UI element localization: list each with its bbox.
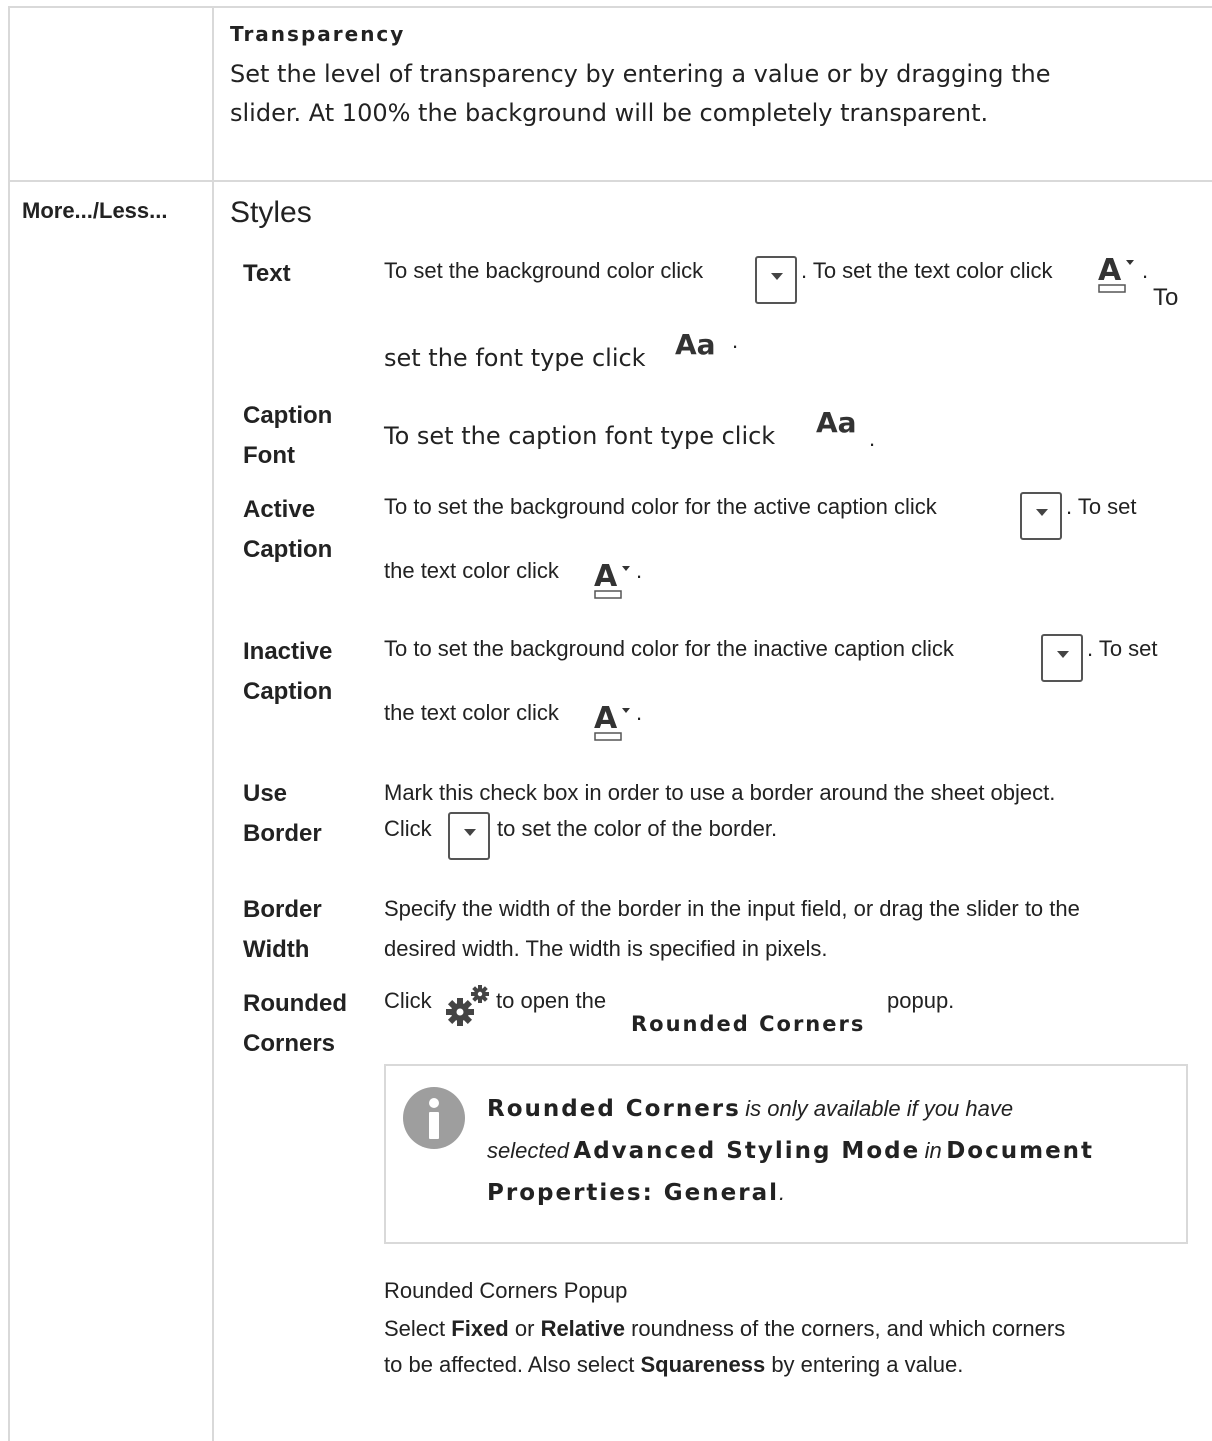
rounded-corners-desc-open: to open the <box>496 988 607 1013</box>
popup-desc-line2: to be affected. Also select Squareness b… <box>384 1352 963 1378</box>
svg-text:A: A <box>1098 253 1122 288</box>
info-icon <box>403 1087 465 1149</box>
caption-font-desc-end: . <box>869 426 876 451</box>
active-caption-desc-part3: the text color click <box>384 558 559 583</box>
rounded-corners-label-line1: Rounded <box>243 990 347 1017</box>
note-line1: Rounded Corners is only available if you… <box>487 1096 1013 1122</box>
border-width-label-line1: Border <box>243 896 322 923</box>
active-caption-bg-dropdown-icon[interactable] <box>1020 492 1062 540</box>
popup-or: or <box>514 1316 535 1341</box>
border-width-label-line2: Width <box>243 936 310 963</box>
note-bold-properties-general: Properties: General <box>487 1180 779 1206</box>
text-desc-part1: To set the background color click <box>384 258 704 283</box>
text-desc-part5: set the font type click <box>384 344 646 372</box>
note-italic-selected: selected <box>487 1138 569 1163</box>
active-caption-label-line2: Caption <box>243 536 333 563</box>
popup-select: Select <box>384 1316 446 1341</box>
rounded-corners-desc-click: Click <box>384 988 432 1013</box>
inactive-caption-label-line2: Caption <box>243 678 333 705</box>
popup-squareness: Squareness <box>640 1352 766 1377</box>
text-desc-part2: . To set the text color click <box>801 258 1053 283</box>
use-border-desc-line1: Mark this check box in order to use a bo… <box>384 780 1056 805</box>
note-italic-in: in <box>924 1138 942 1163</box>
svg-text:A: A <box>594 701 618 736</box>
active-caption-label-line1: Active <box>243 496 316 523</box>
table-top-border <box>8 6 1212 8</box>
transparency-desc-line1: Set the level of transparency by enterin… <box>230 60 1051 88</box>
table-row-divider <box>8 180 1212 182</box>
font-type-icon[interactable]: Aa <box>675 328 716 361</box>
background-color-dropdown-icon[interactable] <box>755 256 797 304</box>
text-color-icon[interactable]: A <box>1096 252 1136 298</box>
active-caption-desc-part4: . <box>636 558 643 583</box>
inactive-caption-text-color-icon[interactable]: A <box>592 700 632 746</box>
use-border-desc-end: to set the color of the border. <box>497 816 778 841</box>
popup-relative: Relative <box>540 1316 625 1341</box>
note-bold-rounded-corners: Rounded Corners <box>487 1096 741 1122</box>
svg-text:A: A <box>594 559 618 594</box>
rounded-corners-desc-popup: popup. <box>887 988 955 1013</box>
table-column-divider <box>212 6 214 1441</box>
note-line2: selected Advanced Styling Mode in Docume… <box>487 1138 1094 1164</box>
text-desc-part4: To <box>1153 284 1179 311</box>
inactive-caption-desc-part4: . <box>636 700 643 725</box>
caption-font-label-line1: Caption <box>243 402 333 429</box>
styles-heading: Styles <box>230 196 312 229</box>
caption-font-desc: To set the caption font type click <box>384 422 776 450</box>
border-color-dropdown-icon[interactable] <box>448 812 490 860</box>
active-caption-text-color-icon[interactable]: A <box>592 558 632 604</box>
active-caption-desc-part1: To to set the background color for the a… <box>384 494 937 519</box>
transparency-desc-line2: slider. At 100% the background will be c… <box>230 99 989 127</box>
popup-desc-line1: Select Fixed or Relative roundness of th… <box>384 1316 1065 1342</box>
note-end: . <box>778 1180 786 1205</box>
inactive-caption-desc-part2: . To set <box>1087 636 1158 661</box>
inactive-caption-desc-part1: To to set the background color for the i… <box>384 636 954 661</box>
caption-font-type-icon[interactable]: Aa <box>816 406 857 439</box>
border-width-desc-line1: Specify the width of the border in the i… <box>384 896 1080 921</box>
use-border-label-line2: Border <box>243 820 322 847</box>
use-border-desc-click: Click <box>384 816 432 841</box>
inactive-caption-bg-dropdown-icon[interactable] <box>1041 634 1083 682</box>
text-label: Text <box>243 260 291 287</box>
caption-font-label-line2: Font <box>243 442 295 469</box>
text-desc-part3: . <box>1142 258 1149 283</box>
table-left-border <box>8 6 10 1441</box>
popup-fixed: Fixed <box>451 1316 509 1341</box>
text-desc-part6: . <box>732 328 739 353</box>
popup-roundness: roundness of the corners, and which corn… <box>631 1316 1066 1341</box>
rounded-corners-desc-name: Rounded Corners <box>631 1012 866 1036</box>
popup-title: Rounded Corners Popup <box>384 1278 628 1303</box>
note-italic-available: is only available if you have <box>745 1096 1014 1121</box>
popup-value: by entering a value. <box>771 1352 964 1377</box>
border-width-desc-line2: desired width. The width is specified in… <box>384 936 828 961</box>
gear-icon[interactable] <box>443 984 493 1026</box>
note-line3: Properties: General. <box>487 1180 785 1206</box>
transparency-title: Transparency <box>230 22 406 46</box>
use-border-label-line1: Use <box>243 780 288 807</box>
active-caption-desc-part2: . To set <box>1066 494 1137 519</box>
more-less-toggle[interactable]: More.../Less... <box>22 198 168 224</box>
note-bold-document: Document <box>946 1138 1095 1164</box>
rounded-corners-label-line2: Corners <box>243 1030 336 1057</box>
popup-affected: to be affected. Also select <box>384 1352 635 1377</box>
inactive-caption-desc-part3: the text color click <box>384 700 559 725</box>
note-bold-advanced-styling: Advanced Styling Mode <box>573 1138 921 1164</box>
inactive-caption-label-line1: Inactive <box>243 638 333 665</box>
